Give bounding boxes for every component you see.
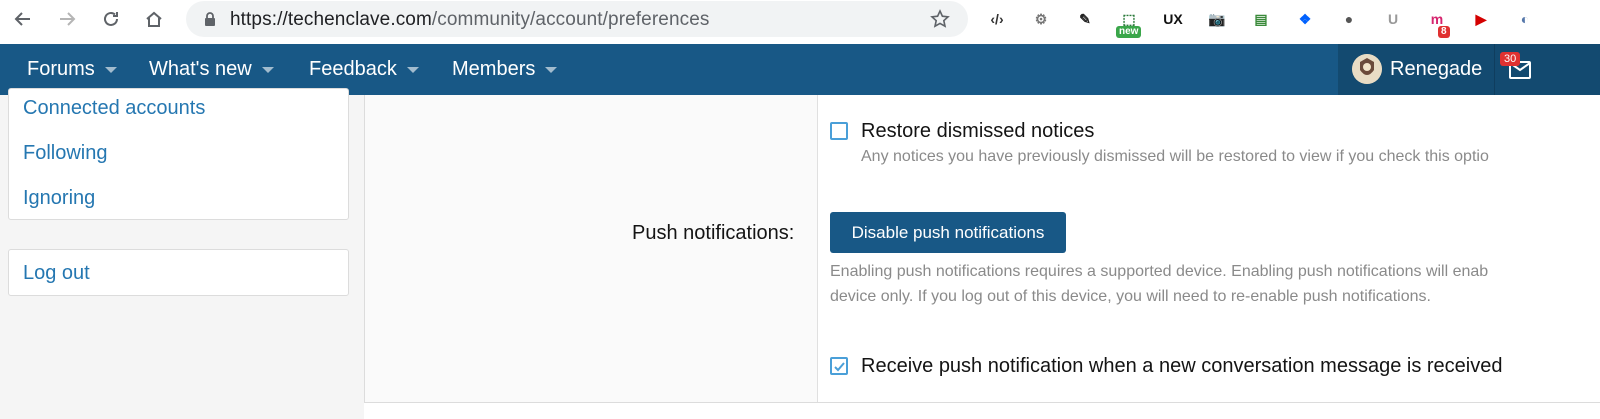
username[interactable]: Renegade	[1390, 58, 1482, 81]
ux-check-icon[interactable]: UX	[1160, 6, 1186, 32]
push-hint-line-1: Enabling push notifications requires a s…	[830, 263, 1489, 280]
home-button[interactable]	[141, 6, 167, 32]
restore-notices-label[interactable]: Restore dismissed notices	[861, 120, 1094, 143]
m-badge: 8	[1438, 26, 1450, 38]
shield-ext-icon[interactable]: ◐	[1512, 6, 1538, 32]
url-host: https://techenclave.com	[230, 9, 432, 30]
url-text: https://techenclave.com/community/accoun…	[230, 9, 709, 31]
back-button[interactable]	[10, 6, 36, 32]
bookmark-star-icon[interactable]	[930, 9, 950, 29]
play-icon[interactable]: ▶	[1468, 6, 1494, 32]
u-icon[interactable]: U	[1380, 6, 1406, 32]
eyedropper-icon[interactable]: ✎	[1072, 6, 1098, 32]
tab-feedback-label: Feedback	[309, 58, 397, 80]
chevron-down-icon[interactable]	[545, 66, 558, 73]
checkmark-icon	[834, 362, 845, 372]
tab-whats-new[interactable]: What's new	[149, 58, 274, 81]
lock-icon	[205, 12, 215, 26]
receive-push-checkbox[interactable]	[830, 357, 848, 375]
chevron-down-icon[interactable]	[104, 66, 117, 73]
browser-toolbar: https://techenclave.com/community/accoun…	[0, 0, 1600, 44]
address-bar[interactable]: https://techenclave.com/community/accoun…	[186, 1, 968, 37]
m-icon[interactable]: m8	[1424, 6, 1450, 38]
sheet-icon[interactable]: ▤	[1248, 6, 1274, 32]
sidebar-item-connected-accounts[interactable]: Connected accounts	[23, 97, 205, 120]
dropbox-icon[interactable]: ❖	[1292, 6, 1318, 32]
divider	[1494, 44, 1495, 95]
account-sidebar-menu: Connected accounts Following Ignoring	[8, 88, 349, 220]
receive-push-label[interactable]: Receive push notification when a new con…	[861, 355, 1502, 378]
tab-whats-new-label: What's new	[149, 58, 252, 80]
home-icon	[146, 11, 162, 27]
circle-icon[interactable]: ●	[1336, 6, 1362, 32]
logout-link[interactable]: Log out	[23, 262, 90, 285]
avatar[interactable]	[1352, 54, 1382, 84]
camera-icon[interactable]: 📷	[1204, 6, 1230, 32]
forward-button[interactable]	[54, 6, 80, 32]
forward-arrow-icon	[60, 12, 76, 26]
back-arrow-icon	[14, 12, 30, 26]
tab-members[interactable]: Members	[452, 58, 558, 81]
tab-feedback[interactable]: Feedback	[309, 58, 419, 81]
avatar-image-icon	[1352, 54, 1382, 84]
disable-push-notifications-button[interactable]: Disable push notifications	[830, 212, 1066, 253]
restore-notices-checkbox[interactable]	[830, 122, 848, 140]
capture-icon[interactable]: ⬚ new	[1116, 6, 1142, 38]
push-hint-line-2: device only. If you log out of this devi…	[830, 288, 1431, 305]
reload-button[interactable]	[98, 6, 124, 32]
push-notifications-label: Push notifications:	[632, 222, 795, 244]
restore-notices-hint: Any notices you have previously dismisse…	[861, 148, 1489, 165]
sidebar-item-ignoring[interactable]: Ignoring	[23, 187, 95, 210]
logout-block: Log out	[8, 249, 349, 296]
tab-forums[interactable]: Forums	[27, 58, 117, 81]
sidebar-item-following[interactable]: Following	[23, 142, 107, 165]
capture-badge: new	[1116, 26, 1142, 38]
url-path: /community/account/preferences	[431, 9, 710, 30]
tab-members-label: Members	[452, 58, 536, 80]
reload-icon	[104, 11, 118, 26]
chevron-down-icon[interactable]	[406, 66, 419, 73]
tab-forums-label: Forums	[27, 58, 95, 80]
inbox-count-badge: 30	[1500, 52, 1521, 66]
chevron-down-icon[interactable]	[261, 66, 274, 73]
code-icon[interactable]: ‹/›	[984, 6, 1010, 32]
gear-extension-icon[interactable]: ⚙	[1028, 6, 1054, 32]
panel-footer	[364, 403, 1600, 419]
user-menu[interactable]: Renegade 30	[1338, 44, 1600, 95]
